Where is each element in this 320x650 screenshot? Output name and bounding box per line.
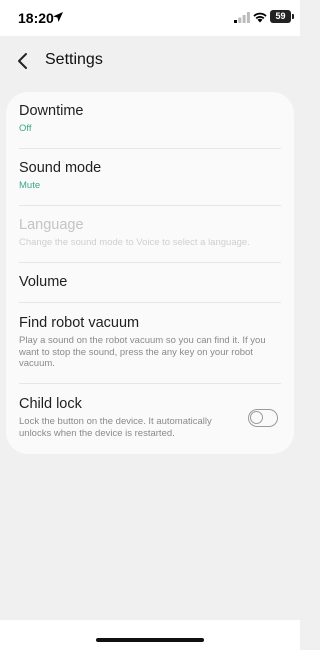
setting-sound-mode-value: Mute	[19, 180, 41, 191]
signal-icon	[234, 12, 250, 23]
status-bar: 18:20 59	[0, 0, 300, 36]
header: Settings	[0, 36, 300, 86]
setting-child-lock-title: Child lock	[19, 396, 82, 412]
home-indicator[interactable]	[96, 638, 204, 642]
divider	[19, 302, 281, 303]
setting-find-robot-title: Find robot vacuum	[19, 315, 140, 331]
setting-child-lock[interactable]: Child lock Lock the button on the device…	[19, 395, 244, 439]
battery-icon: 59	[270, 10, 294, 23]
setting-language-title: Language	[19, 217, 84, 233]
setting-child-lock-description: Lock the button on the device. It automa…	[19, 416, 212, 439]
setting-language-description: Change the sound mode to Voice to select…	[19, 237, 250, 248]
setting-find-robot-description: Play a sound on the robot vacuum so you …	[19, 335, 266, 369]
child-lock-toggle[interactable]	[248, 409, 278, 427]
divider	[19, 148, 281, 149]
divider	[19, 383, 281, 384]
page-title: Settings	[45, 51, 103, 68]
setting-downtime[interactable]: Downtime Off	[19, 102, 281, 135]
status-time: 18:20	[18, 10, 54, 26]
settings-card: Downtime Off Sound mode Mute Language Ch…	[6, 92, 294, 454]
wifi-icon	[253, 12, 267, 23]
location-arrow-icon	[53, 12, 63, 22]
toggle-knob	[250, 411, 263, 424]
divider	[19, 205, 281, 206]
setting-language: Language Change the sound mode to Voice …	[19, 216, 281, 249]
setting-find-robot-vacuum[interactable]: Find robot vacuum Play a sound on the ro…	[19, 314, 281, 370]
setting-downtime-value: Off	[19, 123, 32, 134]
setting-sound-mode-title: Sound mode	[19, 160, 102, 176]
setting-sound-mode[interactable]: Sound mode Mute	[19, 159, 281, 192]
setting-volume-title: Volume	[19, 274, 68, 290]
setting-downtime-title: Downtime	[19, 103, 84, 119]
bottom-bar	[0, 620, 300, 650]
chevron-left-icon[interactable]	[12, 50, 34, 72]
setting-volume[interactable]: Volume	[19, 273, 281, 291]
divider	[19, 262, 281, 263]
